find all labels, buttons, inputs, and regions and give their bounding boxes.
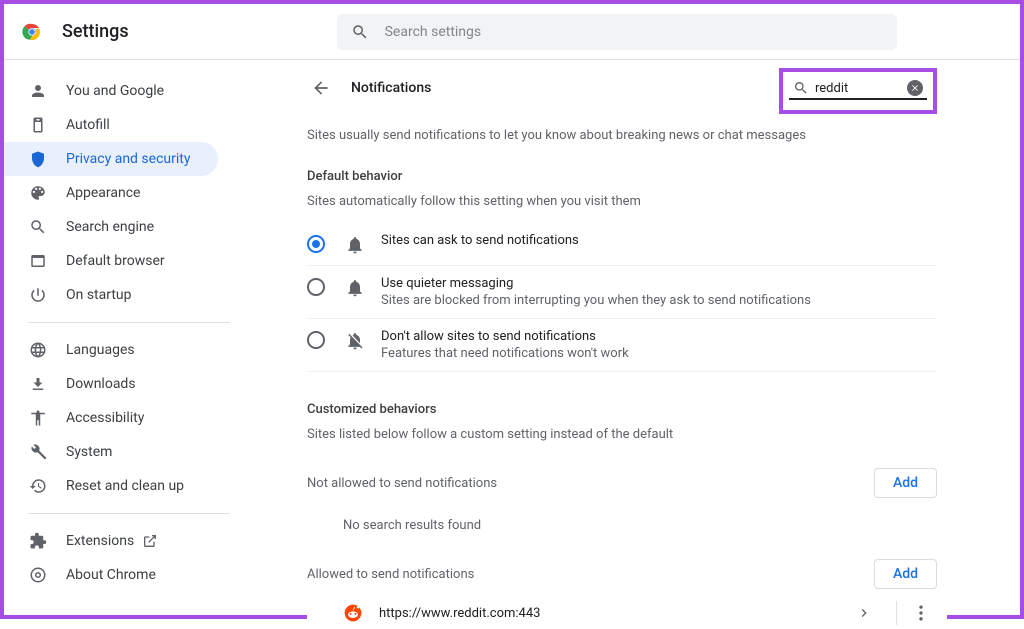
sidebar-item-label: Search engine	[66, 219, 154, 235]
restore-icon	[29, 477, 47, 495]
settings-search-input[interactable]: Search settings	[337, 14, 897, 50]
download-icon	[29, 375, 47, 393]
sidebar-item-downloads[interactable]: Downloads	[4, 367, 218, 401]
radio-sublabel: Features that need notifications won't w…	[381, 346, 937, 361]
sidebar: You and Google Autofill Privacy and secu…	[4, 60, 254, 615]
sidebar-item-appearance[interactable]: Appearance	[4, 176, 218, 210]
sidebar-item-label: System	[66, 444, 112, 460]
sidebar-item-reset-and-clean-up[interactable]: Reset and clean up	[4, 469, 218, 503]
search-icon	[793, 80, 809, 96]
sidebar-item-label: Reset and clean up	[66, 478, 184, 494]
sidebar-separator	[28, 513, 230, 514]
app-header: Settings Search settings	[4, 4, 1020, 60]
default-behavior-sub: Sites automatically follow this setting …	[307, 194, 937, 209]
search-placeholder: Search settings	[385, 24, 482, 40]
accessibility-icon	[29, 409, 47, 427]
sidebar-item-default-browser[interactable]: Default browser	[4, 244, 218, 278]
shield-icon	[29, 150, 47, 168]
radio-button[interactable]	[307, 278, 325, 296]
sidebar-item-label: Autofill	[66, 117, 110, 133]
reddit-favicon-icon	[343, 603, 363, 623]
sidebar-item-label: Languages	[66, 342, 135, 358]
sidebar-item-label: Downloads	[66, 376, 136, 392]
sidebar-item-label: Accessibility	[66, 410, 144, 426]
globe-icon	[29, 341, 47, 359]
filter-highlight-box: reddit	[779, 68, 937, 114]
clear-filter-button[interactable]	[907, 80, 923, 96]
customized-behaviors-sub: Sites listed below follow a custom setti…	[307, 427, 937, 442]
radio-option-ask[interactable]: Sites can ask to send notifications	[307, 223, 937, 266]
arrow-back-icon	[311, 78, 331, 98]
site-url: https://www.reddit.com:443	[379, 606, 856, 621]
default-behavior-title: Default behavior	[307, 169, 937, 184]
bell-quiet-icon	[345, 278, 365, 298]
sidebar-item-label: Appearance	[66, 185, 140, 201]
chrome-outline-icon	[29, 566, 47, 584]
filter-input[interactable]: reddit	[789, 78, 927, 100]
sidebar-item-autofill[interactable]: Autofill	[4, 108, 218, 142]
sidebar-item-label: On startup	[66, 287, 132, 303]
open-in-new-icon	[142, 533, 158, 549]
sidebar-separator	[28, 322, 230, 323]
sidebar-item-search-engine[interactable]: Search engine	[4, 210, 218, 244]
add-allowed-button[interactable]: Add	[874, 559, 937, 589]
person-icon	[29, 82, 47, 100]
main-content: Notifications reddit Sites usually send …	[254, 60, 1020, 615]
customized-behaviors-title: Customized behaviors	[307, 402, 937, 417]
sidebar-item-system[interactable]: System	[4, 435, 218, 469]
allowed-label: Allowed to send notifications	[307, 567, 474, 582]
close-icon	[910, 83, 920, 93]
radio-label: Use quieter messaging	[381, 276, 937, 291]
clipboard-icon	[29, 116, 47, 134]
window-icon	[29, 252, 47, 270]
divider	[896, 601, 897, 625]
bell-off-icon	[345, 331, 365, 351]
sidebar-item-label: Default browser	[66, 253, 165, 269]
radio-label: Sites can ask to send notifications	[381, 233, 937, 248]
search-icon	[351, 23, 369, 41]
page-description: Sites usually send notifications to let …	[307, 128, 937, 143]
radio-option-quieter[interactable]: Use quieter messaging Sites are blocked f…	[307, 266, 937, 319]
radio-option-block[interactable]: Don't allow sites to send notifications F…	[307, 319, 937, 372]
sidebar-item-about-chrome[interactable]: About Chrome	[4, 558, 218, 592]
sidebar-item-label: Extensions	[66, 533, 134, 549]
sidebar-item-extensions[interactable]: Extensions	[4, 524, 218, 558]
radio-label: Don't allow sites to send notifications	[381, 329, 937, 344]
filter-value: reddit	[815, 81, 907, 96]
sidebar-item-accessibility[interactable]: Accessibility	[4, 401, 218, 435]
palette-icon	[29, 184, 47, 202]
no-search-results: No search results found	[343, 518, 937, 533]
power-icon	[29, 286, 47, 304]
sidebar-item-languages[interactable]: Languages	[4, 333, 218, 367]
add-not-allowed-button[interactable]: Add	[874, 468, 937, 498]
sidebar-item-label: You and Google	[66, 83, 164, 99]
bell-icon	[345, 235, 365, 255]
not-allowed-label: Not allowed to send notifications	[307, 476, 497, 491]
sidebar-item-label: Privacy and security	[66, 151, 190, 167]
page-title: Notifications	[351, 80, 431, 96]
back-button[interactable]	[307, 74, 335, 102]
extension-icon	[29, 532, 47, 550]
radio-button[interactable]	[307, 331, 325, 349]
sidebar-item-you-and-google[interactable]: You and Google	[4, 74, 218, 108]
radio-button[interactable]	[307, 235, 325, 253]
site-row: https://www.reddit.com:443	[307, 589, 937, 629]
sidebar-item-privacy-and-security[interactable]: Privacy and security	[4, 142, 218, 176]
more-vert-icon[interactable]	[911, 603, 931, 623]
sidebar-item-on-startup[interactable]: On startup	[4, 278, 218, 312]
search-icon	[29, 218, 47, 236]
sidebar-item-label: About Chrome	[66, 567, 156, 583]
radio-sublabel: Sites are blocked from interrupting you …	[381, 293, 937, 308]
app-title: Settings	[62, 21, 129, 42]
wrench-icon	[29, 443, 47, 461]
chrome-logo-icon	[20, 20, 44, 44]
